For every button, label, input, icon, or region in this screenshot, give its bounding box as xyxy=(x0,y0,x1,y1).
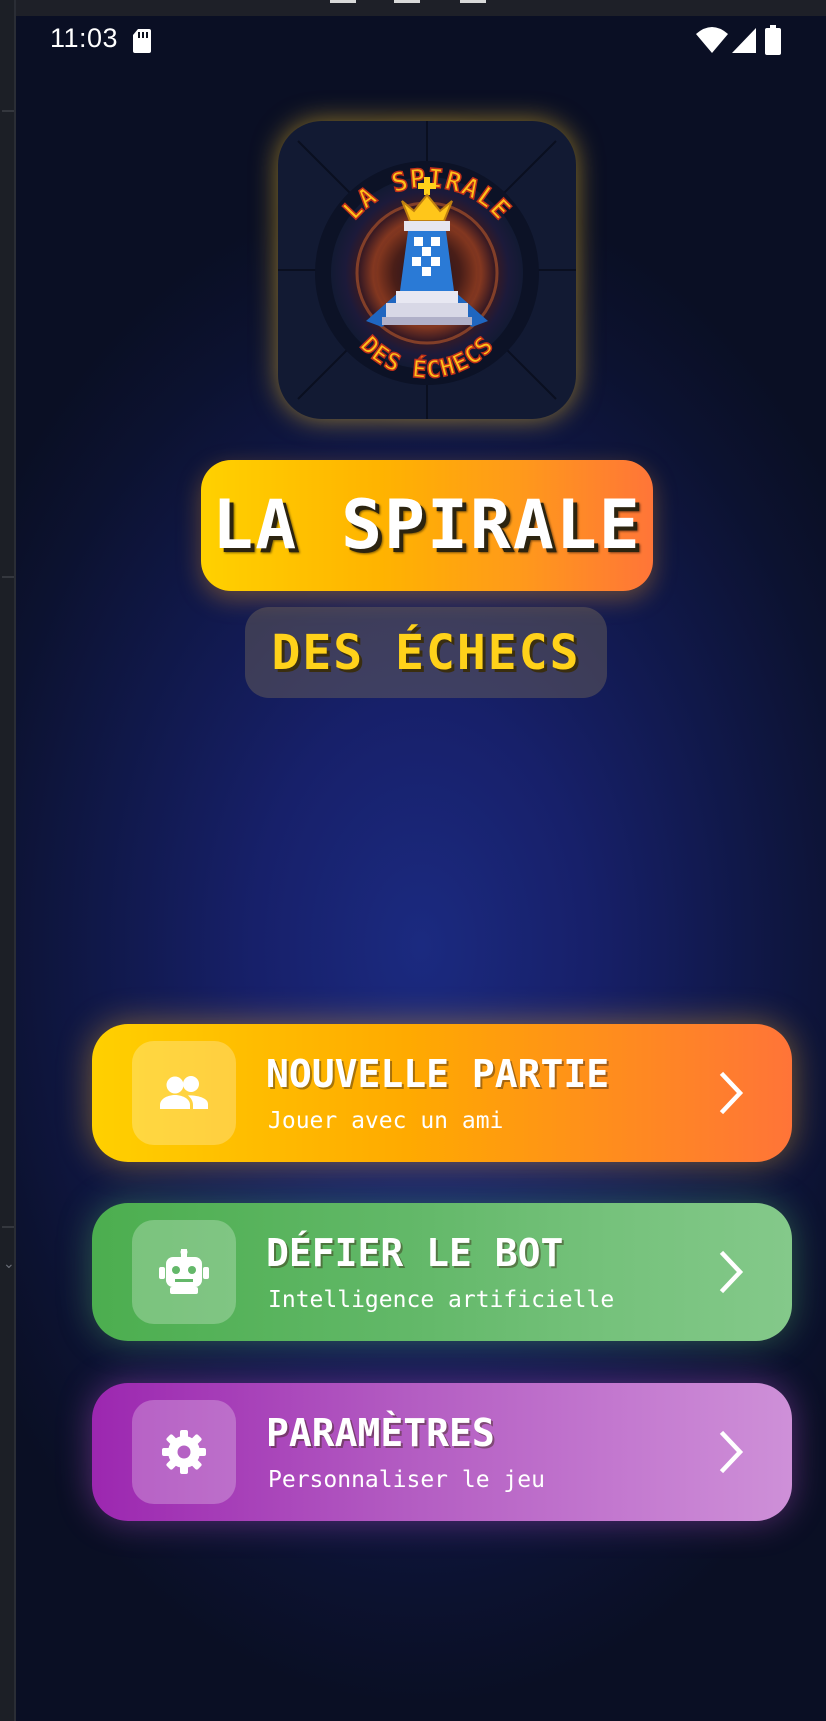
challenge-bot-label: DÉFIER LE BOT xyxy=(266,1231,564,1275)
chevron-down-icon[interactable]: ⌄ xyxy=(3,1256,15,1272)
gutter-divider xyxy=(2,576,14,578)
app-subtitle: DES ÉCHECS xyxy=(271,624,581,681)
app-logo: LA SPIRALE DES ÉCHECS xyxy=(278,121,576,419)
app-title: LA SPIRALE xyxy=(212,486,642,565)
gutter-divider xyxy=(2,110,14,112)
settings-label: PARAMÈTRES xyxy=(266,1411,495,1455)
host-marker xyxy=(460,0,486,3)
subtitle-banner: DES ÉCHECS xyxy=(245,607,607,698)
new-game-icon-box xyxy=(132,1041,236,1145)
group-icon xyxy=(160,1076,208,1109)
settings-button[interactable]: PARAMÈTRES Personnaliser le jeu xyxy=(92,1383,792,1521)
chevron-right-icon xyxy=(719,1250,744,1294)
gutter-divider xyxy=(2,1226,14,1228)
title-banner: LA SPIRALE xyxy=(201,460,653,591)
new-game-label: NOUVELLE PARTIE xyxy=(266,1052,610,1096)
signal-icon xyxy=(732,28,756,53)
challenge-bot-button[interactable]: DÉFIER LE BOT Intelligence artificielle xyxy=(92,1203,792,1341)
chevron-right-icon xyxy=(719,1430,744,1474)
new-game-button[interactable]: NOUVELLE PARTIE Jouer avec un ami xyxy=(92,1024,792,1162)
host-marker xyxy=(330,0,356,3)
chevron-right-icon xyxy=(719,1071,744,1115)
challenge-bot-subtitle: Intelligence artificielle xyxy=(268,1287,615,1313)
settings-icon-box xyxy=(132,1400,236,1504)
sd-card-icon xyxy=(133,29,151,53)
settings-subtitle: Personnaliser le jeu xyxy=(268,1467,545,1493)
battery-icon xyxy=(765,25,781,55)
status-bar: 11:03 xyxy=(16,16,826,70)
robot-icon xyxy=(159,1249,209,1294)
app-screen: 11:03 LA SPIRALE DES ÉCHECS LA SPIRALE D… xyxy=(16,16,826,1721)
wifi-icon xyxy=(696,27,728,53)
logo-art: LA SPIRALE DES ÉCHECS xyxy=(278,121,576,419)
challenge-bot-icon-box xyxy=(132,1220,236,1324)
host-top-strip xyxy=(16,0,826,16)
gear-icon xyxy=(162,1430,206,1474)
host-side-gutter: ⌄ xyxy=(0,0,16,1721)
new-game-subtitle: Jouer avec un ami xyxy=(268,1108,504,1134)
host-marker xyxy=(394,0,420,3)
status-clock: 11:03 xyxy=(50,23,119,53)
